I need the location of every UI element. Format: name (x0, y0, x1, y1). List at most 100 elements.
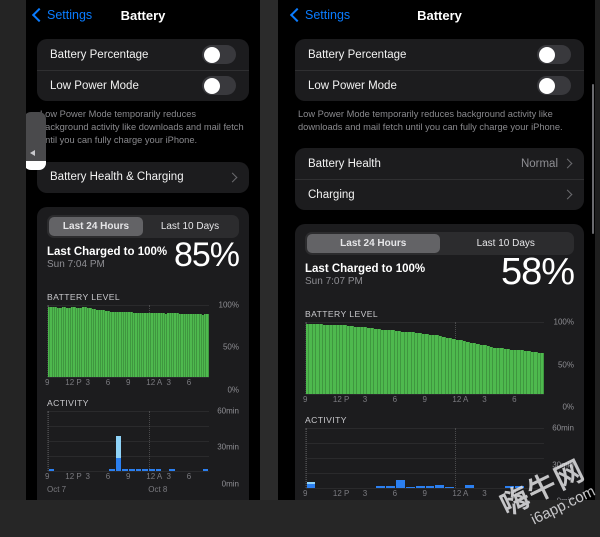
battery-percentage-toggle[interactable] (537, 45, 571, 64)
row-label: Charging (308, 188, 355, 201)
segment-last-24-hours[interactable]: Last 24 Hours (307, 234, 440, 254)
activity-bar (68, 411, 75, 471)
x-axis-tick: 6 (105, 377, 111, 387)
row-battery-health[interactable]: Battery Health Normal (295, 148, 584, 179)
activity-x-axis: 912 P36912 A36Oct 7Oct 8 (45, 471, 209, 494)
activity-bar (195, 411, 202, 471)
battery-percentage-toggle[interactable] (202, 45, 236, 64)
volume-hud-indicator (26, 112, 46, 170)
battery-health-value: Normal (520, 157, 558, 170)
battery-level-chart: 0% 50% 100% 9 12 P 3 6 9 12 A 3 6 (303, 318, 574, 412)
activity-bar (475, 428, 485, 488)
x-axis-tick: 12 A (452, 489, 469, 499)
low-power-mode-toggle[interactable] (202, 76, 236, 95)
bars-container (306, 428, 544, 489)
activity-bar (128, 411, 135, 471)
row-low-power-mode[interactable]: Low Power Mode (295, 70, 584, 101)
activity-bar (115, 411, 122, 471)
activity-bar (95, 411, 102, 471)
activity-bar (175, 411, 182, 471)
battery-level-chart-title: BATTERY LEVEL (47, 291, 121, 302)
segment-last-24-hours[interactable]: Last 24 Hours (49, 216, 143, 236)
x-axis-tick: 3 (166, 471, 171, 481)
activity-bar (395, 428, 405, 489)
x-axis-tick: 9 (422, 395, 427, 405)
row-label: Battery Health & Charging (50, 171, 184, 184)
panel-gap-bezel (259, 0, 278, 500)
x-axis-tick: 6 (186, 471, 192, 481)
battery-health-card: Battery Health & Charging (37, 161, 249, 193)
back-to-settings-button[interactable]: Settings (284, 7, 350, 23)
y-axis-tick: 0min (221, 479, 239, 489)
y-axis-tick: 100% (218, 300, 239, 310)
x-axis-tick: 12 A (146, 471, 163, 481)
volume-level-fill (26, 161, 46, 170)
activity-bar (465, 428, 475, 489)
activity-bar (326, 428, 336, 488)
activity-bar (504, 428, 514, 489)
x-axis-tick: 12 A (452, 395, 469, 405)
x-axis-tick: 6 (392, 395, 398, 405)
row-label: Battery Health (308, 157, 381, 170)
low-power-mode-toggle[interactable] (537, 76, 571, 95)
toggle-knob (203, 77, 220, 94)
row-label: Low Power Mode (50, 79, 139, 92)
x-axis-tick: 6 (392, 489, 398, 499)
battery-toggles-card: Battery Percentage Low Power Mode (295, 39, 584, 101)
phone-screen-right: Settings Battery Battery Percentage Low … (284, 0, 595, 500)
activity-bar (485, 428, 495, 488)
battery-level-chart-title: BATTERY LEVEL (305, 309, 379, 320)
bars-container (48, 305, 209, 377)
activity-plot (305, 428, 544, 490)
screen-active-segment (395, 480, 405, 489)
activity-bar (155, 411, 162, 471)
screen-idle-segment (115, 435, 122, 458)
battery-level-plot (47, 304, 209, 378)
activity-chart: 0min30min60min 912 P36912 A36Oct 7Oct 8 (45, 406, 239, 494)
row-charging[interactable]: Charging (295, 179, 584, 210)
last-charged-block: Last Charged to 100% Sun 7:07 PM 58% (305, 253, 575, 301)
date-label: Oct 7 (47, 484, 67, 494)
x-axis-tick: 12 A (146, 377, 163, 387)
back-label: Settings (47, 8, 93, 22)
battery-percent-value: 85% (173, 235, 240, 274)
last-charged-block: Last Charged to 100% Sun 7:04 PM 85% (47, 238, 240, 284)
bars-container (48, 411, 209, 471)
activity-bar (169, 411, 176, 471)
battery-usage-card: Last 24 Hours Last 10 Days Last Charged … (37, 206, 249, 500)
y-axis-tick: 50% (222, 342, 239, 352)
activity-bar (202, 411, 209, 471)
row-battery-percentage[interactable]: Battery Percentage (295, 39, 584, 70)
left-bezel (0, 0, 26, 500)
low-power-mode-footnote: Low Power Mode temporarily reduces backg… (298, 109, 563, 133)
activity-bar (366, 428, 376, 488)
activity-bar (336, 428, 346, 488)
y-axis-tick: 0% (562, 402, 574, 412)
activity-bar (385, 428, 395, 489)
activity-bar (88, 411, 95, 471)
screenshot-stage: Settings Battery Battery Percentage Low … (0, 0, 600, 528)
time-range-segmented-control[interactable]: Last 24 Hours Last 10 Days (47, 214, 239, 238)
activity-bar (415, 428, 425, 489)
battery-level-x-axis: 9 12 P 3 6 9 12 A36 (45, 377, 209, 390)
activity-bar (435, 428, 445, 489)
activity-bar (495, 428, 505, 488)
row-label: Low Power Mode (308, 79, 397, 92)
back-to-settings-button[interactable]: Settings (26, 7, 93, 23)
x-axis-tick: 3 (166, 377, 171, 387)
row-battery-health-and-charging[interactable]: Battery Health & Charging (37, 162, 249, 193)
navigation-bar: Settings Battery (26, 0, 260, 30)
activity-plot (47, 410, 209, 472)
activity-bar (108, 411, 115, 471)
date-label: Oct 8 (148, 484, 168, 494)
activity-bar (445, 428, 455, 489)
x-axis-tick: 9 (45, 377, 50, 387)
segment-last-10-days[interactable]: Last 10 Days (143, 217, 237, 236)
battery-level-y-axis: 0% 50% 100% (544, 318, 574, 412)
row-low-power-mode[interactable]: Low Power Mode (37, 70, 249, 101)
toggle-knob (538, 46, 555, 63)
vertical-scrollbar[interactable] (591, 84, 594, 234)
battery-toggles-card: Battery Percentage Low Power Mode (37, 39, 249, 101)
activity-bar (149, 411, 156, 471)
row-battery-percentage[interactable]: Battery Percentage (37, 39, 249, 70)
